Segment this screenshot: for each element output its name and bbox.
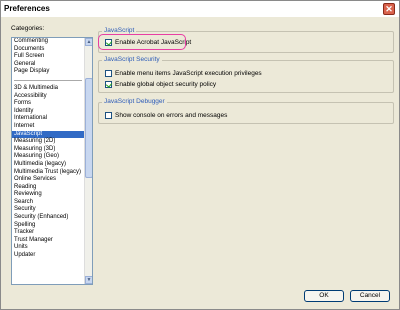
category-item-general[interactable]: General — [12, 61, 84, 69]
categories-list-items: Commenting Documents Full Screen General Pag… — [12, 38, 84, 284]
show-console-label: Show console on errors and messages — [115, 112, 228, 119]
category-item-units[interactable]: Units — [12, 244, 84, 252]
arrow-down-icon: ▼ — [86, 277, 92, 283]
category-item-measuring-3d[interactable]: Measuring (3D) — [12, 146, 84, 154]
window-title: Preferences — [4, 4, 50, 13]
category-item-documents[interactable]: Documents — [12, 46, 84, 54]
category-item-full-screen[interactable]: Full Screen — [12, 53, 84, 61]
show-console-checkbox[interactable] — [105, 112, 112, 119]
category-item-multimedia-legacy[interactable]: Multimedia (legacy) — [12, 161, 84, 169]
category-item-reviewing[interactable]: Reviewing — [12, 191, 84, 199]
category-item-multimedia-trust-legacy[interactable]: Multimedia Trust (legacy) — [12, 169, 84, 177]
scroll-up-button[interactable]: ▲ — [85, 38, 92, 46]
scroll-thumb[interactable] — [85, 78, 92, 178]
global-policy-checkbox[interactable] — [105, 81, 112, 88]
javascript-debugger-group-title: JavaScript Debugger — [102, 98, 167, 105]
category-item-security-enhanced[interactable]: Security (Enhanced) — [12, 214, 84, 222]
close-icon: ✕ — [385, 4, 393, 14]
category-item-measuring-geo[interactable]: Measuring (Geo) — [12, 153, 84, 161]
javascript-debugger-group: JavaScript Debugger Show console on erro… — [98, 98, 394, 124]
javascript-security-group: JavaScript Security Enable menu items Ja… — [98, 56, 394, 93]
scroll-down-button[interactable]: ▼ — [85, 276, 92, 284]
global-policy-option[interactable]: Enable global object security policy — [105, 80, 216, 89]
highlight-annotation — [98, 34, 186, 50]
categories-list[interactable]: Commenting Documents Full Screen General Pag… — [11, 37, 93, 285]
category-divider — [14, 79, 82, 81]
category-item-tracker[interactable]: Tracker — [12, 229, 84, 237]
preferences-dialog: Preferences ✕ Categories: Commenting Docu… — [0, 0, 400, 310]
javascript-group-title: JavaScript — [102, 27, 137, 34]
title-bar[interactable]: Preferences ✕ — [1, 1, 399, 17]
category-item-page-display[interactable]: Page Display — [12, 68, 84, 76]
close-button[interactable]: ✕ — [383, 3, 395, 15]
category-item-internet[interactable]: Internet — [12, 123, 84, 131]
menu-privileges-option[interactable]: Enable menu items JavaScript execution p… — [105, 69, 262, 78]
category-item-javascript[interactable]: JavaScript — [12, 130, 84, 139]
show-console-option[interactable]: Show console on errors and messages — [105, 111, 227, 120]
categories-scrollbar[interactable]: ▲ ▼ — [84, 38, 92, 284]
category-item-3d-multimedia[interactable]: 3D & Multimedia — [12, 85, 84, 93]
category-item-commenting[interactable]: Commenting — [12, 38, 84, 46]
cancel-button[interactable]: Cancel — [350, 290, 390, 302]
global-policy-label: Enable global object security policy — [115, 81, 217, 88]
category-item-online-services[interactable]: Online Services — [12, 176, 84, 184]
category-item-international[interactable]: International — [12, 115, 84, 123]
category-item-spelling[interactable]: Spelling — [12, 222, 84, 230]
menu-privileges-checkbox[interactable] — [105, 70, 112, 77]
menu-privileges-label: Enable menu items JavaScript execution p… — [115, 70, 262, 77]
category-item-updater[interactable]: Updater — [12, 252, 84, 260]
arrow-up-icon: ▲ — [86, 39, 92, 45]
category-item-reading[interactable]: Reading — [12, 184, 84, 192]
category-item-security[interactable]: Security — [12, 206, 84, 214]
categories-label: Categories: — [11, 25, 45, 32]
category-item-identity[interactable]: Identity — [12, 108, 84, 116]
category-item-trust-manager[interactable]: Trust Manager — [12, 237, 84, 245]
category-item-forms[interactable]: Forms — [12, 100, 84, 108]
javascript-security-group-title: JavaScript Security — [102, 56, 162, 63]
category-item-accessibility[interactable]: Accessibility — [12, 93, 84, 101]
category-item-measuring-2d[interactable]: Measuring (2D) — [12, 138, 84, 146]
category-item-search[interactable]: Search — [12, 199, 84, 207]
ok-button[interactable]: OK — [304, 290, 344, 302]
